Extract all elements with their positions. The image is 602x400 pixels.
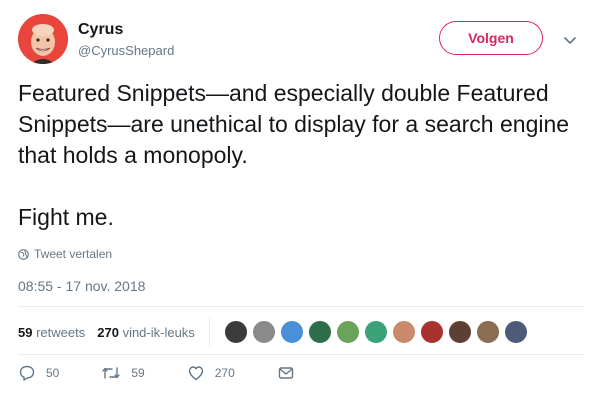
follow-button[interactable]: Volgen (439, 21, 543, 55)
like-count: 270 (214, 366, 235, 380)
divider (18, 354, 584, 355)
liker-avatar[interactable] (251, 320, 276, 344)
likes-label: vind-ik-leuks (122, 324, 195, 340)
timestamp[interactable]: 08:55 - 17 nov. 2018 (18, 278, 145, 294)
liker-avatar[interactable] (419, 320, 444, 344)
reply-button[interactable]: 50 (18, 364, 59, 382)
user-names: Cyrus @CyrusShepard (78, 20, 174, 60)
tweet-paragraph: Featured Snippets—and especially double … (18, 80, 570, 168)
liker-avatar[interactable] (503, 320, 528, 344)
stats-bar: 59 retweets 270 vind-ik-leuks (18, 316, 532, 348)
retweet-count: 59 (131, 366, 145, 380)
likes-stat[interactable]: 270 vind-ik-leuks (97, 325, 195, 340)
translate-label[interactable]: Tweet vertalen (34, 247, 112, 261)
liker-avatar[interactable] (307, 320, 332, 344)
divider (18, 306, 584, 307)
reply-count: 50 (46, 366, 60, 380)
like-button[interactable]: 270 (187, 364, 235, 382)
reply-icon (19, 365, 35, 381)
display-name[interactable]: Cyrus (78, 20, 174, 40)
tweet-paragraph: Fight me. (18, 204, 114, 230)
translate-link[interactable]: Tweet vertalen (18, 247, 112, 261)
globe-icon (18, 248, 29, 260)
retweets-label: retweets (36, 324, 86, 340)
direct-message-button[interactable] (277, 364, 305, 382)
liker-avatar[interactable] (475, 320, 500, 344)
tweet-header: Cyrus @CyrusShepard Volgen (18, 14, 584, 68)
likes-count: 270 (97, 324, 119, 340)
tweet-actions: 50 59 270 (18, 364, 347, 382)
user-handle[interactable]: @CyrusShepard (78, 42, 174, 60)
liker-avatar[interactable] (391, 320, 416, 344)
liker-avatar[interactable] (447, 320, 472, 344)
heart-icon (188, 366, 203, 381)
retweets-count: 59 (18, 324, 33, 340)
tweet-text: Featured Snippets—and especially double … (18, 78, 584, 233)
liker-avatar[interactable] (335, 320, 360, 344)
avatar[interactable] (18, 14, 68, 64)
liker-avatar[interactable] (279, 320, 304, 344)
liker-avatar[interactable] (363, 320, 388, 344)
retweets-stat[interactable]: 59 retweets (18, 325, 85, 340)
retweet-icon (102, 367, 121, 379)
stats-separator (208, 318, 210, 346)
chevron-down-icon[interactable] (562, 32, 578, 48)
liker-avatars (223, 320, 532, 344)
retweet-button[interactable]: 59 (101, 364, 145, 382)
envelope-icon (278, 367, 293, 379)
liker-avatar[interactable] (223, 320, 248, 344)
